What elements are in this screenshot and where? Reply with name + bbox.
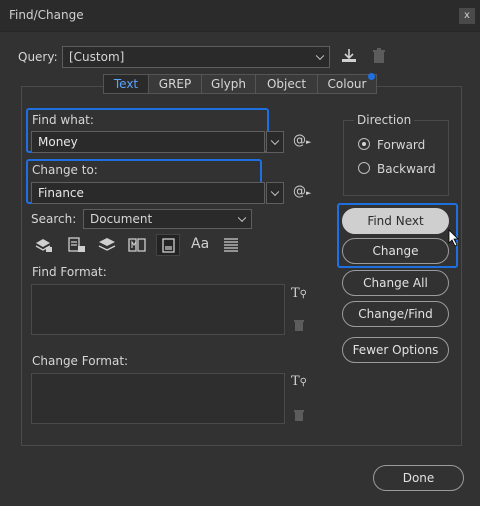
tab-grep[interactable]: GREP — [149, 75, 202, 93]
query-label: Query: — [18, 50, 58, 64]
clear-change-format-icon[interactable] — [293, 408, 305, 422]
special-characters-change-icon[interactable]: @► — [293, 184, 311, 199]
direction-backward-label[interactable]: Backward — [377, 162, 436, 176]
case-sensitive-icon[interactable]: Aa — [191, 236, 209, 252]
include-master-pages-icon[interactable] — [127, 236, 147, 254]
tab-text[interactable]: Text — [104, 75, 149, 93]
include-locked-layers-icon[interactable] — [34, 236, 54, 254]
direction-forward-label[interactable]: Forward — [377, 138, 425, 152]
direction-label: Direction — [354, 113, 415, 127]
include-footnotes-toggle[interactable] — [156, 234, 180, 256]
change-to-input[interactable]: Finance — [31, 182, 265, 204]
find-what-label: Find what: — [32, 113, 94, 127]
done-button[interactable]: Done — [373, 465, 464, 491]
find-format-box[interactable] — [31, 284, 285, 335]
modified-indicator-dot — [368, 73, 375, 80]
mouse-cursor-icon — [448, 229, 459, 247]
direction-backward-radio[interactable] — [358, 162, 370, 174]
search-scope-dropdown[interactable]: Document — [83, 209, 252, 229]
find-format-label: Find Format: — [32, 265, 107, 279]
change-button[interactable]: Change — [342, 238, 449, 264]
include-locked-stories-icon[interactable] — [67, 236, 87, 254]
change-all-button[interactable]: Change All — [342, 270, 449, 296]
chevron-down-icon — [270, 187, 280, 197]
clear-find-format-icon[interactable] — [293, 318, 305, 332]
delete-query-icon[interactable] — [372, 48, 386, 64]
chevron-down-icon — [270, 136, 280, 146]
specify-change-format-icon[interactable]: T⚲ — [291, 374, 307, 389]
special-characters-find-icon[interactable]: @► — [293, 133, 311, 148]
tab-bar: Text GREP Glyph Object Colour — [103, 74, 377, 94]
search-scope-value: Document — [90, 212, 153, 226]
change-format-label: Change Format: — [32, 354, 129, 368]
direction-group — [343, 120, 449, 196]
window-title: Find/Change — [9, 8, 84, 22]
query-dropdown[interactable]: [Custom] — [62, 46, 330, 68]
search-label: Search: — [31, 212, 77, 226]
footnotes-icon — [162, 238, 175, 253]
change-format-box[interactable] — [31, 373, 285, 424]
tab-glyph[interactable]: Glyph — [202, 75, 256, 93]
query-value: [Custom] — [69, 50, 125, 64]
include-hidden-layers-icon[interactable] — [97, 236, 117, 254]
chevron-down-icon — [237, 213, 247, 223]
whole-word-icon[interactable] — [222, 236, 240, 254]
change-find-button[interactable]: Change/Find — [342, 301, 449, 327]
change-to-label: Change to: — [32, 163, 98, 177]
find-next-button[interactable]: Find Next — [342, 208, 449, 234]
close-button[interactable]: x — [459, 8, 475, 24]
specify-find-format-icon[interactable]: T⚲ — [291, 286, 307, 301]
direction-forward-radio[interactable] — [358, 138, 370, 150]
chevron-down-icon — [315, 51, 325, 61]
save-query-icon[interactable] — [340, 48, 358, 64]
find-what-input[interactable]: Money — [31, 131, 265, 153]
fewer-options-button[interactable]: Fewer Options — [342, 337, 449, 363]
change-to-history-dropdown[interactable] — [266, 182, 284, 204]
find-what-history-dropdown[interactable] — [266, 131, 284, 153]
tab-object[interactable]: Object — [256, 75, 318, 93]
